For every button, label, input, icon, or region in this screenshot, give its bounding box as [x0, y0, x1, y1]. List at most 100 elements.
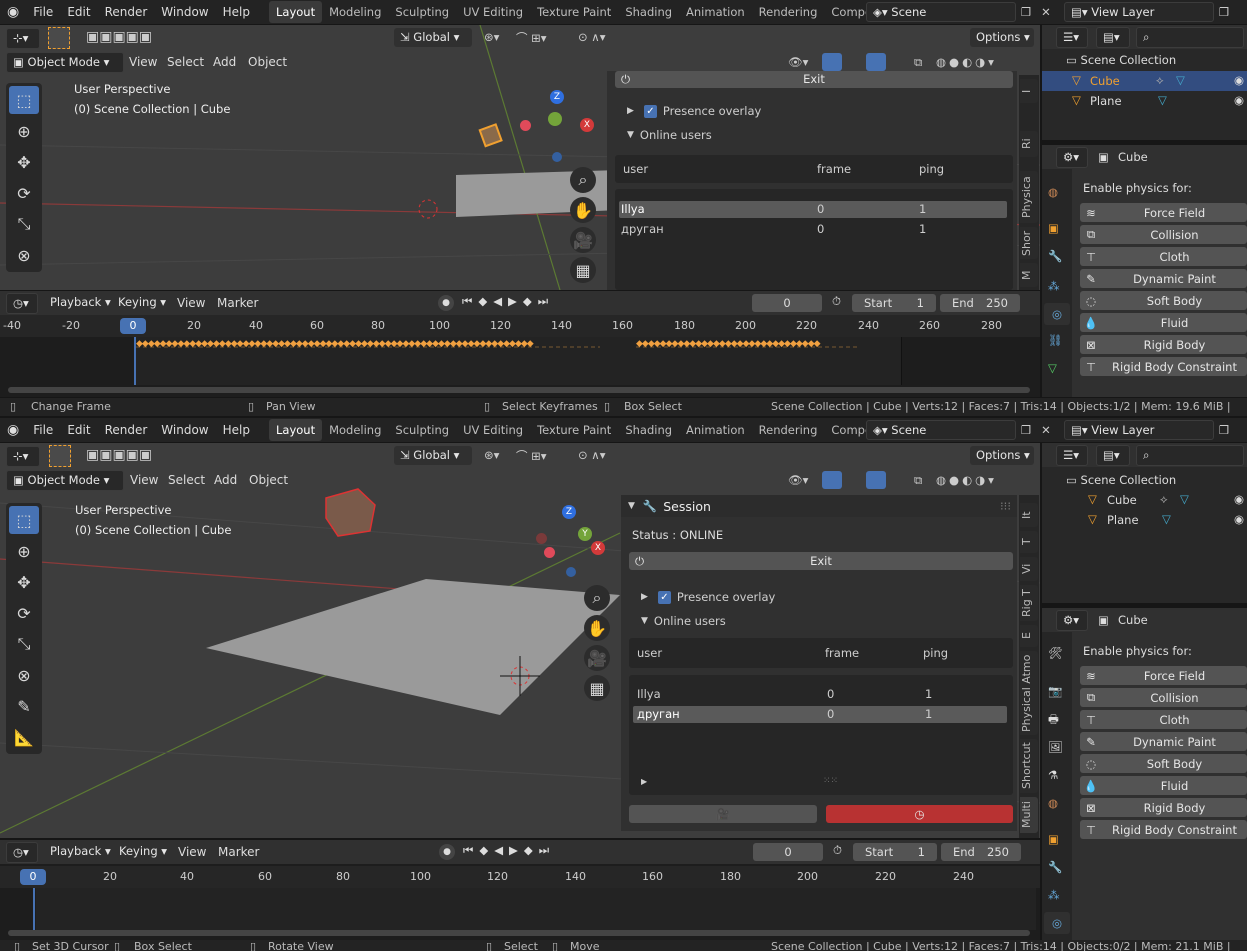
snapshot-camera-button[interactable]: 🎥	[629, 805, 817, 823]
new-scene-icon[interactable]: ❐	[1018, 3, 1034, 21]
rigid-body-constraint-button[interactable]: ⊤ Rigid Body Constraint	[1080, 820, 1247, 839]
object-props-icon[interactable]: ▣	[1048, 221, 1059, 235]
current-frame-field[interactable]: 0	[753, 843, 823, 861]
menu-edit[interactable]: Edit	[60, 0, 97, 24]
cursor-tool-icon[interactable]: ⊕	[9, 117, 39, 145]
timeline-scrollbar-top[interactable]	[8, 387, 1030, 393]
outliner-item-plane[interactable]: ▽ Plane ▽ ◉	[1042, 510, 1247, 530]
keying-dropdown[interactable]: Keying ▾	[112, 293, 168, 312]
workspace-tab-texture-paint[interactable]: Texture Paint	[530, 419, 618, 441]
new-view-layer-icon[interactable]: ❐	[1216, 3, 1232, 21]
axis-neg-y-icon[interactable]	[536, 533, 547, 544]
tab-e[interactable]: E	[1020, 625, 1038, 647]
workspace-tab-rendering[interactable]: Rendering	[752, 1, 825, 23]
constraints-icon[interactable]: ⛓	[1048, 333, 1063, 347]
keyframe-area-bottom[interactable]	[36, 888, 1036, 930]
timeline-marker-menu[interactable]: Marker	[210, 291, 265, 315]
dynamic-paint-button[interactable]: ✎ Dynamic Paint	[1080, 732, 1247, 751]
outliner-item-plane[interactable]: ▽ Plane ▽ ◉	[1042, 91, 1247, 111]
scale-tool-icon[interactable]: ⤡	[9, 210, 39, 238]
overlay-icon[interactable]	[866, 471, 886, 489]
online-users-row-bottom[interactable]: ▼ Online users	[641, 614, 726, 628]
menu-add[interactable]: Add	[207, 468, 244, 492]
list-expand-icon[interactable]: ▶	[641, 777, 647, 786]
frame-ruler-top[interactable]: -40 -20 0 20 40 60 80 100 120 140 160 18…	[0, 315, 1040, 337]
rigid-body-constraint-button[interactable]: ⊤ Rigid Body Constraint	[1080, 357, 1247, 376]
workspace-tab-sculpting[interactable]: Sculpting	[388, 419, 456, 441]
stopwatch-icon[interactable]: ⏱	[832, 294, 841, 309]
view-layer-selector[interactable]: ▤▾ View Layer	[1064, 420, 1214, 440]
transform-orientation[interactable]: ⇲ Global ▾	[394, 446, 472, 465]
menu-window[interactable]: Window	[154, 0, 215, 24]
axis-y-icon[interactable]	[548, 112, 562, 126]
stopwatch-icon[interactable]: ⏱	[833, 843, 842, 858]
end-frame-field[interactable]: End 250	[940, 294, 1020, 312]
scene-selector[interactable]: ◈▾ Scene	[866, 2, 1016, 22]
object-props-icon[interactable]: ▣	[1048, 832, 1059, 846]
select-tool-icon[interactable]: ⬚	[9, 506, 39, 534]
particles-icon[interactable]: ⁂	[1048, 888, 1060, 902]
world-icon[interactable]: ◍	[1048, 796, 1058, 810]
scale-tool-icon[interactable]: ⤡	[9, 630, 39, 658]
dynamic-paint-button[interactable]: ✎ Dynamic Paint	[1080, 269, 1247, 288]
outliner-collection-row[interactable]: ▭ Scene Collection	[1066, 53, 1176, 67]
display-mode-icon[interactable]: ▤▾	[1096, 27, 1130, 48]
snap-icon[interactable]: ⌒ ⊞▾	[516, 448, 547, 464]
pan-hand-icon[interactable]: ✋	[570, 197, 596, 223]
tab-rig-t[interactable]: Rig T	[1020, 585, 1038, 621]
object-mode-dropdown[interactable]: ▣ Object Mode ▾	[6, 470, 124, 491]
display-mode-icon[interactable]: ▤▾	[1096, 445, 1130, 466]
new-scene-icon[interactable]: ❐	[1018, 421, 1034, 439]
visibility-eye-icon[interactable]: ◉	[1234, 492, 1244, 506]
view-layer-props-icon[interactable]: 🖼	[1048, 740, 1063, 754]
playhead-badge[interactable]: 0	[20, 869, 46, 885]
soft-body-button[interactable]: ◌ Soft Body	[1080, 754, 1247, 773]
fluid-button[interactable]: 💧 Fluid	[1080, 313, 1247, 332]
tab-multi[interactable]: Multi	[1020, 797, 1038, 833]
particles-icon[interactable]: ⁂	[1048, 279, 1060, 293]
object-mode-dropdown[interactable]: ▣ Object Mode ▾	[6, 52, 124, 73]
select-tool-icon[interactable]: ⬚	[9, 86, 39, 114]
table-row[interactable]: друган 0 1	[619, 221, 1007, 238]
record-icon[interactable]: ●	[438, 295, 454, 311]
editor-type-icon[interactable]: ⊹▾	[6, 446, 40, 467]
menu-edit[interactable]: Edit	[60, 418, 97, 442]
menu-file[interactable]: File	[26, 418, 60, 442]
start-frame-field[interactable]: Start 1	[853, 843, 937, 861]
xray-icon[interactable]: ⧉	[914, 473, 922, 488]
axis-neg-x-icon[interactable]	[544, 547, 555, 558]
start-frame-field[interactable]: Start 1	[852, 294, 936, 312]
ortho-grid-icon[interactable]: ▦	[584, 675, 610, 701]
workspace-tab-uv-editing[interactable]: UV Editing	[456, 419, 530, 441]
transform-orientation[interactable]: ⇲ Global ▾	[394, 28, 472, 47]
workspace-tab-animation[interactable]: Animation	[679, 1, 752, 23]
tab-physical[interactable]: Physica	[1020, 171, 1038, 223]
collision-button[interactable]: ⧉ Collision	[1080, 688, 1247, 707]
outliner-search[interactable]: ⌕	[1136, 445, 1244, 466]
tab-multi[interactable]: M	[1020, 263, 1038, 287]
world-icon[interactable]: ◍	[1048, 185, 1058, 199]
timeline-scrollbar-bottom[interactable]	[8, 930, 1030, 936]
navigation-gizmo-bottom[interactable]: Z Y X	[534, 505, 614, 585]
measure-tool-icon[interactable]: 📐	[9, 723, 39, 751]
tab-shortcut[interactable]: Shortcut	[1020, 739, 1038, 793]
scene-props-icon[interactable]: ⚗	[1048, 768, 1058, 782]
workspace-tab-layout[interactable]: Layout	[268, 1, 323, 23]
axis-neg-z-icon[interactable]	[566, 567, 576, 577]
cloth-button[interactable]: ⊤ Cloth	[1080, 710, 1247, 729]
outliner-editor-icon[interactable]: ☰▾	[1056, 445, 1088, 466]
workspace-tab-shading[interactable]: Shading	[618, 1, 679, 23]
rotate-tool-icon[interactable]: ⟳	[9, 179, 39, 207]
move-tool-icon[interactable]: ✥	[9, 568, 39, 596]
timeline-marker-menu[interactable]: Marker	[211, 840, 266, 864]
keyframes-top-2[interactable]: ◆◆◆◆◆◆◆◆◆◆◆◆◆◆◆◆◆◆◆◆◆◆◆◆◆◆◆◆◆◆◆	[636, 339, 821, 349]
viewport-top[interactable]: ⊹▾ ▣▣▣▣▣ ⇲ Global ▾ ⊛▾ ⌒ ⊞▾ ⊙ ∧▾ Options…	[0, 25, 1040, 290]
collision-button[interactable]: ⧉ Collision	[1080, 225, 1247, 244]
axis-x-icon[interactable]: X	[580, 118, 594, 132]
selection-mode-icons[interactable]: ▣▣▣▣▣	[86, 447, 152, 463]
zoom-icon[interactable]: ⌕	[570, 167, 596, 193]
axis-z-icon[interactable]: Z	[550, 90, 564, 104]
axis-x-icon[interactable]: X	[591, 541, 605, 555]
force-field-button[interactable]: ≋ Force Field	[1080, 666, 1247, 685]
timeline-view-menu[interactable]: View	[170, 291, 212, 315]
